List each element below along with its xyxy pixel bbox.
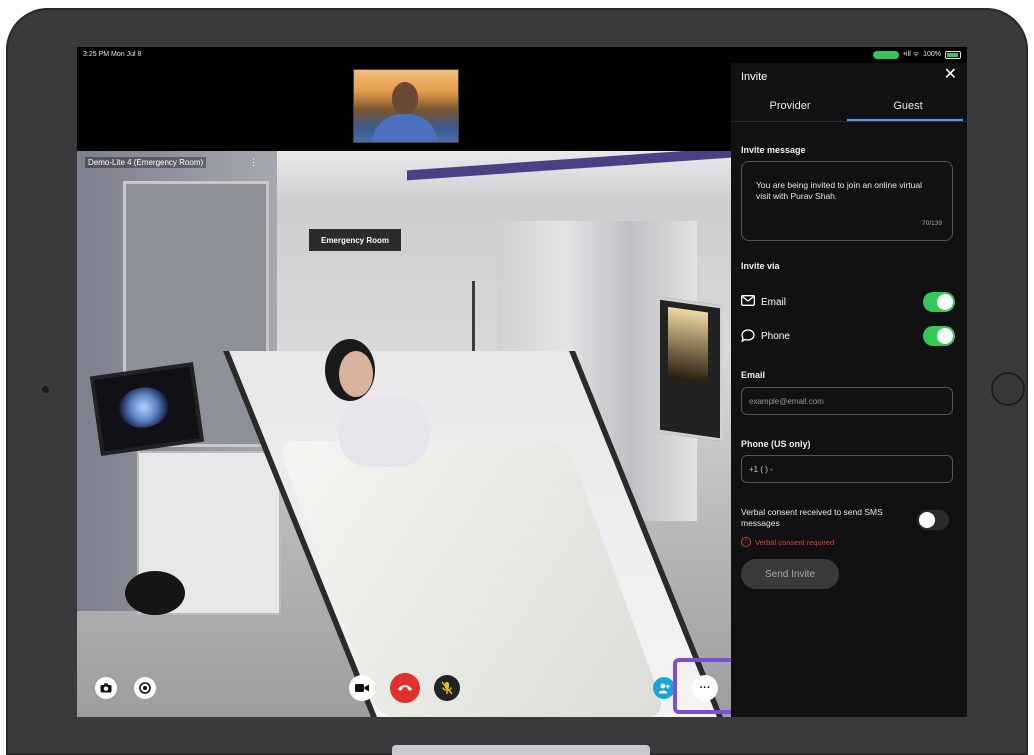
phone-toggle[interactable]: [923, 326, 955, 346]
consent-error: ! Verbal consent required: [741, 537, 834, 547]
patient-mannequin-torso: [339, 397, 429, 467]
more-dots-icon: ···: [699, 682, 711, 694]
room-options-button[interactable]: ⋮: [249, 157, 258, 168]
record-icon: [139, 682, 151, 694]
sms-consent-toggle[interactable]: [917, 510, 949, 530]
email-field-label: Email: [741, 370, 766, 380]
invite-panel: Invite ✕ Provider Guest Invite message Y…: [731, 63, 967, 717]
phone-channel-label: Phone: [761, 331, 790, 342]
video-area: Emergency Room Demo-Lite 4 (Emergency Ro…: [77, 63, 731, 717]
add-person-icon: [658, 683, 670, 694]
email-input[interactable]: example@email.com: [741, 387, 953, 415]
video-camera-icon: [355, 683, 369, 693]
phone-input[interactable]: +1 ( ) -: [741, 455, 953, 483]
send-invite-button[interactable]: Send Invite: [741, 559, 839, 589]
xray-monitor: [657, 296, 723, 442]
tab-provider[interactable]: Provider: [731, 100, 849, 112]
battery-icon: [945, 50, 961, 59]
hangup-icon: [397, 684, 413, 692]
invite-message-textarea[interactable]: You are being invited to join an online …: [741, 161, 953, 241]
active-tab-indicator: [847, 119, 963, 121]
more-options-button[interactable]: ···: [692, 675, 718, 701]
invite-message-label: Invite message: [741, 145, 806, 155]
mute-button[interactable]: [434, 675, 460, 701]
tablet-screen: 3:25 PM Mon Jul 8 •ıll ᯤ 100% Emergency …: [77, 47, 967, 717]
ultrasound-monitor: [89, 362, 205, 456]
stool: [125, 571, 185, 615]
xray-image: [668, 306, 708, 383]
tab-divider: [731, 121, 967, 122]
status-indicators: •ıll ᯤ 100%: [873, 50, 961, 59]
envelope-icon: [741, 295, 755, 309]
camera-toggle-button[interactable]: [349, 675, 375, 701]
snapshot-button[interactable]: [95, 677, 117, 699]
participants-button[interactable]: [653, 677, 675, 699]
camera-icon: [100, 683, 112, 693]
end-call-button[interactable]: [390, 673, 420, 703]
microphone-muted-icon: [441, 681, 453, 695]
status-bar: 3:25 PM Mon Jul 8 •ıll ᯤ 100%: [77, 47, 967, 63]
room-camera-feed[interactable]: Emergency Room Demo-Lite 4 (Emergency Ro…: [77, 151, 731, 717]
email-toggle[interactable]: [923, 292, 955, 312]
phone-field-label: Phone (US only): [741, 439, 811, 449]
sms-consent-label: Verbal consent received to send SMS mess…: [741, 507, 883, 528]
home-button[interactable]: [991, 372, 1025, 406]
consent-error-text: Verbal consent required: [755, 537, 835, 547]
invite-panel-title: Invite: [741, 71, 768, 83]
window-thumbnail: [392, 745, 650, 755]
patient-mannequin-head: [339, 351, 373, 397]
emergency-room-sign: Emergency Room: [309, 229, 401, 251]
email-channel-label: Email: [761, 297, 787, 308]
close-icon[interactable]: ✕: [944, 67, 957, 83]
chat-bubble-icon: [741, 329, 755, 345]
character-count: 70/139: [922, 220, 942, 227]
invite-via-phone-row: Phone: [741, 326, 955, 348]
battery-percent: 100%: [923, 51, 941, 58]
ultrasound-image: [116, 384, 172, 431]
invite-via-label: Invite via: [741, 261, 780, 271]
front-camera: [42, 386, 49, 393]
status-time: 3:25 PM Mon Jul 8: [83, 51, 142, 58]
error-icon: !: [741, 537, 751, 547]
invite-via-email-row: Email: [741, 292, 955, 314]
record-button[interactable]: [134, 677, 156, 699]
room-name-label: Demo-Lite 4 (Emergency Room): [85, 157, 207, 168]
self-view-person-head: [392, 82, 418, 114]
self-view-person-body: [372, 114, 438, 142]
signal-icon: •ıll ᯤ: [903, 51, 920, 58]
call-active-pill: [873, 50, 900, 59]
self-view-video[interactable]: [353, 69, 459, 143]
tab-guest[interactable]: Guest: [849, 100, 967, 112]
invite-message-text: You are being invited to join an online …: [756, 180, 923, 201]
